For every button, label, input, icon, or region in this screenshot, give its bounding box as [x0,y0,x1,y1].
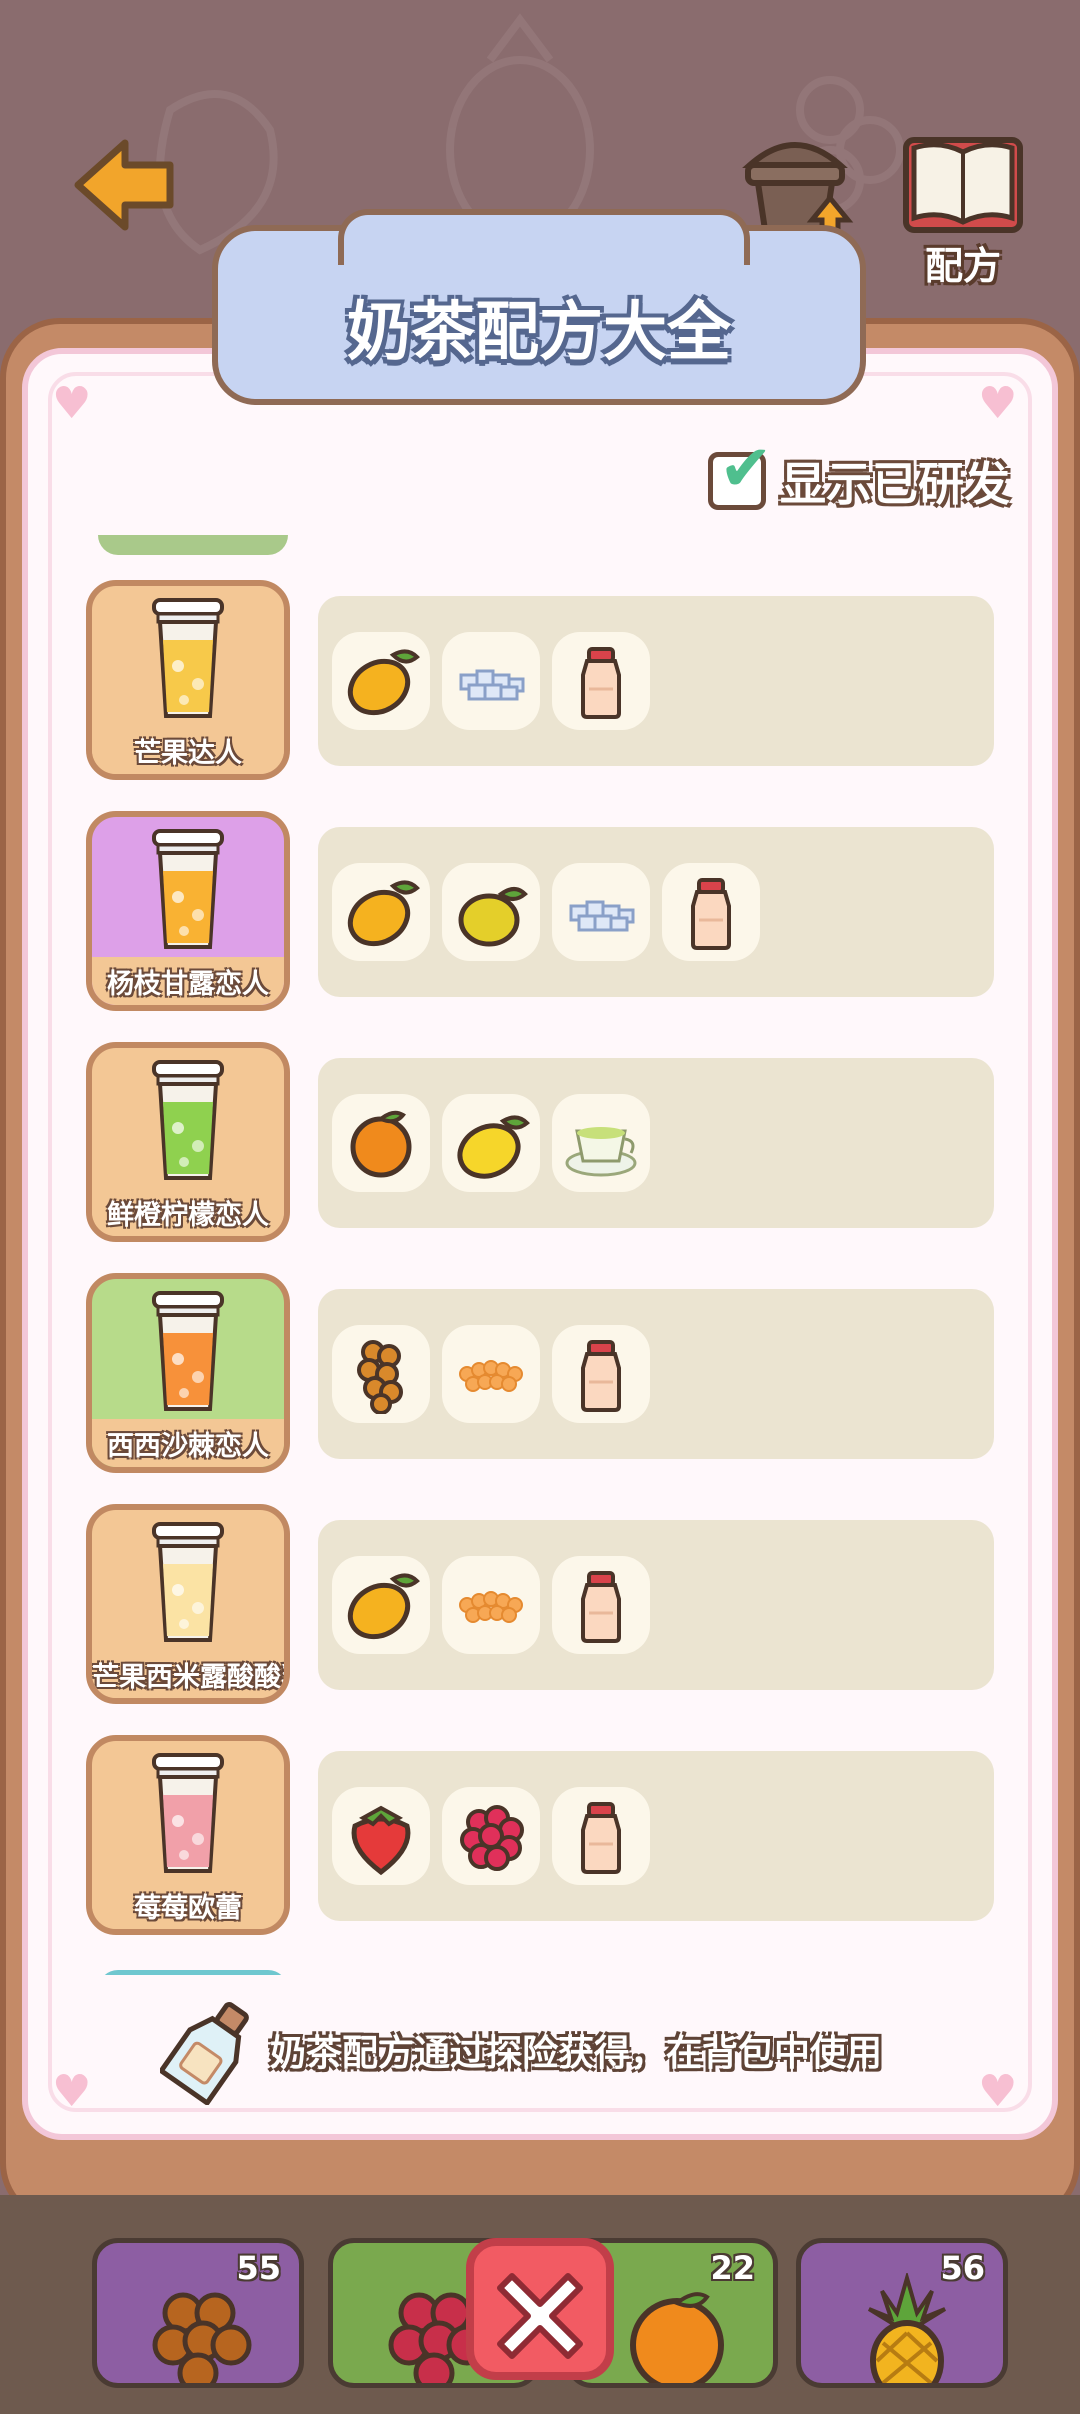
mango-icon [347,880,420,947]
ingredient-slot[interactable] [332,632,430,730]
heart-icon: ♥ [978,2066,1018,2117]
green-tea-icon [565,1127,637,1177]
yogurt-bottle-icon [581,1802,621,1874]
drink-card[interactable]: 西西沙棘恋人 [86,1273,290,1473]
recipe-row[interactable]: 芒果西米露酸酸乳 [76,1504,1016,1704]
recipe-list[interactable]: 芒果达人杨枝甘露恋人 鲜橙柠檬恋人 西西沙棘恋人 芒果西米露酸酸乳 莓莓欧蕾 [76,535,1016,1975]
raspberry-icon [460,1805,524,1871]
ingredient-slot[interactable] [552,1325,650,1423]
pear-icon [458,887,528,947]
recipe-row[interactable]: 杨枝甘露恋人 [76,811,1016,1011]
toggle-label: 显示已研发 [780,457,1010,511]
orange-icon [350,1110,412,1178]
drink-cup-icon [152,1522,224,1642]
heart-icon: ♥ [52,378,92,429]
slot-count: 55 [236,2249,281,2287]
ingredient-slot[interactable] [552,1094,650,1192]
list-item-partial [98,1970,288,1975]
drink-name: 芒果西米露酸酸乳 [92,1662,290,1693]
close-x-icon [497,2273,583,2359]
recipe-row[interactable]: 西西沙棘恋人 [76,1273,1016,1473]
sea-buckthorn-icon [357,1340,403,1414]
sea-buckthorn-icon [152,2292,252,2383]
hint-banner: 奶茶配方通过探险获得，在背包中使用 [160,2002,883,2105]
strawberry-icon [351,1805,411,1876]
yogurt-bottle-icon [581,647,621,719]
back-arrow-icon [74,139,174,231]
drink-cup-icon [152,829,224,949]
inventory-slot[interactable]: 55 [92,2238,304,2388]
ingredients-panel [318,1751,994,1921]
title-banner: 奶茶配方大全 [212,209,866,405]
list-item-partial [98,535,288,555]
tapioca-pearls-icon [459,1360,523,1392]
ingredients-panel [318,1289,994,1459]
drink-card[interactable]: 芒果西米露酸酸乳 [86,1504,290,1704]
close-button[interactable] [466,2238,614,2380]
ingredient-slot[interactable] [332,1556,430,1654]
recipe-label: 配方 [924,244,1001,288]
ingredient-slot[interactable] [442,1325,540,1423]
drink-card[interactable]: 莓莓欧蕾 [86,1735,290,1935]
inventory-slot[interactable]: 56 [796,2238,1008,2388]
drink-cup-icon [152,598,224,718]
back-button[interactable] [70,135,180,235]
lemon-icon [457,1115,530,1179]
ingredient-slot[interactable] [332,1787,430,1885]
slot-count: 22 [710,2249,755,2287]
recipe-row[interactable]: 莓莓欧蕾 [76,1735,1016,1935]
drink-card[interactable]: 杨枝甘露恋人 [86,811,290,1011]
ingredient-slot[interactable] [332,1325,430,1423]
ingredient-slot[interactable] [442,1094,540,1192]
ingredients-panel [318,1520,994,1690]
drink-card[interactable]: 鲜橙柠檬恋人 [86,1042,290,1242]
yogurt-bottle-icon [581,1340,621,1412]
drink-name: 鲜橙柠檬恋人 [107,1200,269,1231]
heart-icon: ♥ [52,2066,92,2117]
ingredients-panel [318,1058,994,1228]
ingredient-slot[interactable] [552,632,650,730]
drink-name: 西西沙棘恋人 [107,1431,269,1462]
hint-text: 奶茶配方通过探险获得，在背包中使用 [270,2033,883,2074]
yogurt-bottle-icon [581,1571,621,1643]
message-bottle-icon [160,2002,249,2105]
page-title: 奶茶配方大全 [347,296,731,370]
checkbox[interactable]: ✔ [708,437,773,510]
ingredient-slot[interactable] [442,632,540,730]
recipe-book-icon [903,137,1023,233]
mango-icon [347,1573,420,1640]
ingredient-slot[interactable] [332,1094,430,1192]
ingredient-slot[interactable] [442,863,540,961]
sugar-cubes-icon [459,669,525,701]
heart-icon: ♥ [978,378,1018,429]
drink-name: 莓莓欧蕾 [134,1893,242,1924]
drink-cup-icon [152,1753,224,1873]
ingredient-slot[interactable] [442,1787,540,1885]
yogurt-bottle-icon [691,878,731,950]
ingredient-slot[interactable] [442,1556,540,1654]
ingredient-slot[interactable] [552,863,650,961]
ingredient-slot[interactable] [552,1556,650,1654]
sugar-cubes-icon [569,900,635,932]
recipe-row[interactable]: 芒果达人 [76,580,1016,780]
drink-name: 芒果达人 [134,738,242,769]
ingredients-panel [318,596,994,766]
checkmark-icon: ✔ [719,432,773,506]
drink-card[interactable]: 芒果达人 [86,580,290,780]
show-developed-toggle[interactable]: ✔ 显示已研发 [708,437,1010,517]
drink-name: 杨枝甘露恋人 [107,969,269,1000]
recipe-row[interactable]: 鲜橙柠檬恋人 [76,1042,1016,1242]
pineapple-icon [867,2273,947,2383]
drink-cup-icon [152,1060,224,1180]
ingredient-slot[interactable] [552,1787,650,1885]
orange-icon [630,2292,724,2383]
ingredient-slot[interactable] [662,863,760,961]
ingredients-panel [318,827,994,997]
tapioca-pearls-icon [459,1591,523,1623]
recipe-button[interactable]: 配方 [898,130,1028,290]
mango-icon [347,649,420,716]
drink-cup-icon [152,1291,224,1411]
slot-count: 56 [940,2249,985,2287]
ingredient-slot[interactable] [332,863,430,961]
